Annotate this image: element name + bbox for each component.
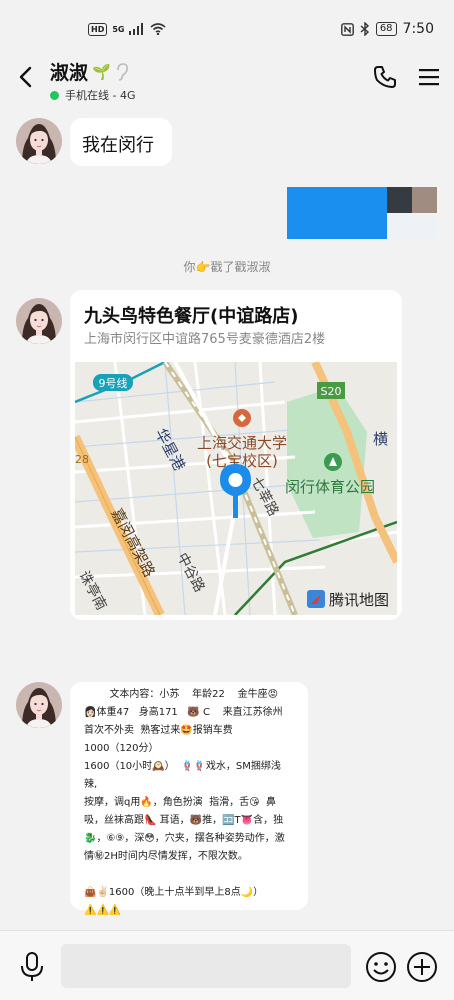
menu-icon[interactable] <box>418 66 440 88</box>
battery-indicator: 68 <box>375 22 397 36</box>
network-type: 5G <box>112 24 125 34</box>
online-status-row: 手机在线 - 4G <box>50 87 136 103</box>
message-line: 文本内容：小苏 年龄22 金牛座😡 <box>84 689 279 700</box>
chat-header: 淑淑 🌱 手机在线 - 4G <box>0 58 454 106</box>
location-address: 上海市闵行区中谊路765号麦豪德酒店2楼 <box>84 332 326 347</box>
metro-label: 9号线 <box>99 376 128 390</box>
status-left: HD 5G <box>88 22 167 36</box>
received-text-message[interactable]: 我在闵行 <box>70 118 172 166</box>
park-label: 闵行体育公园 <box>285 478 375 496</box>
message-line: ⚠️⚠️⚠️ <box>84 905 122 916</box>
message-line: 首次不外卖 熟客过来🤩报销车费 <box>84 725 233 736</box>
contact-name-row: 淑淑 🌱 <box>50 58 136 85</box>
ear-icon <box>116 62 128 81</box>
contact-avatar[interactable] <box>16 118 62 164</box>
status-bar: HD 5G 68 7:50 <box>0 0 454 58</box>
poke-notice: 你👉戳了戳淑淑 <box>183 260 271 274</box>
bluetooth-icon <box>360 22 369 36</box>
university-label: 上海交通大学 <box>197 434 287 452</box>
status-right: 68 7:50 <box>340 21 434 37</box>
edge-label: 28 <box>75 453 89 466</box>
location-card[interactable]: 九头鸟特色餐厅(中谊路店) 上海市闵行区中谊路765号麦豪德酒店2楼 9号线 S… <box>70 290 402 620</box>
message-line: 👜✌🏻1600（晚上十点半到早上8点🌙） <box>84 887 264 898</box>
signal-icon <box>129 23 144 35</box>
heng-road-label: 横 <box>373 430 388 448</box>
online-status: 手机在线 - 4G <box>65 89 136 102</box>
online-dot <box>50 90 59 100</box>
message-line: 1000（120分） <box>84 743 159 754</box>
location-map[interactable]: 9号线 S20 28 上海交通大学 (七宝校区) 闵行体育公园 横 华星港 七莘… <box>75 362 397 615</box>
message-line: 情㊙2H时间内尽情发挥，不限次数。 <box>84 851 248 862</box>
contact-title[interactable]: 淑淑 🌱 手机在线 - 4G <box>50 58 136 103</box>
message-line <box>84 866 294 884</box>
contact-name: 淑淑 <box>50 62 89 84</box>
back-arrow-icon[interactable] <box>14 64 40 90</box>
tencent-map-watermark: 腾讯地图 <box>307 590 389 609</box>
hd-badge: HD <box>88 22 108 36</box>
wifi-icon <box>150 23 167 35</box>
message-line: 🐉，⑥⑨，深😳，穴夹，摆各种姿势动作，激 <box>84 833 285 844</box>
message-line: 👩🏻体重47 身高171 🐻 C 来直江苏徐州 <box>84 707 283 718</box>
expressway-label: S20 <box>321 385 342 398</box>
tencent-map-label: 腾讯地图 <box>329 591 389 609</box>
plant-icon: 🌱 <box>92 62 111 81</box>
sent-image-message[interactable] <box>287 187 437 239</box>
message-input[interactable] <box>61 944 351 988</box>
add-icon[interactable] <box>406 951 438 983</box>
emoji-icon[interactable] <box>365 951 397 983</box>
message-line: 按摩，调q用🔥，角色扮演 指滑，舌😘 鼻 <box>84 797 276 808</box>
contact-avatar[interactable] <box>16 682 62 728</box>
clock: 7:50 <box>402 21 434 37</box>
message-line: 1600（10小时🕰️） 🪢🪢戏水，SM捆绑浅辣, <box>84 761 281 790</box>
nfc-icon <box>340 22 354 36</box>
microphone-icon[interactable] <box>18 951 46 983</box>
input-bar <box>0 930 454 1000</box>
contact-avatar[interactable] <box>16 298 62 344</box>
phone-call-icon[interactable] <box>372 64 398 90</box>
message-line: 吸，丝袜高跟👠 耳语，🐻推，🈁T👅含，独 <box>84 815 284 826</box>
received-text-message[interactable]: 文本内容：小苏 年龄22 金牛座😡 👩🏻体重47 身高171 🐻 C 来直江苏徐… <box>70 682 308 916</box>
location-name: 九头鸟特色餐厅(中谊路店) <box>84 306 299 327</box>
